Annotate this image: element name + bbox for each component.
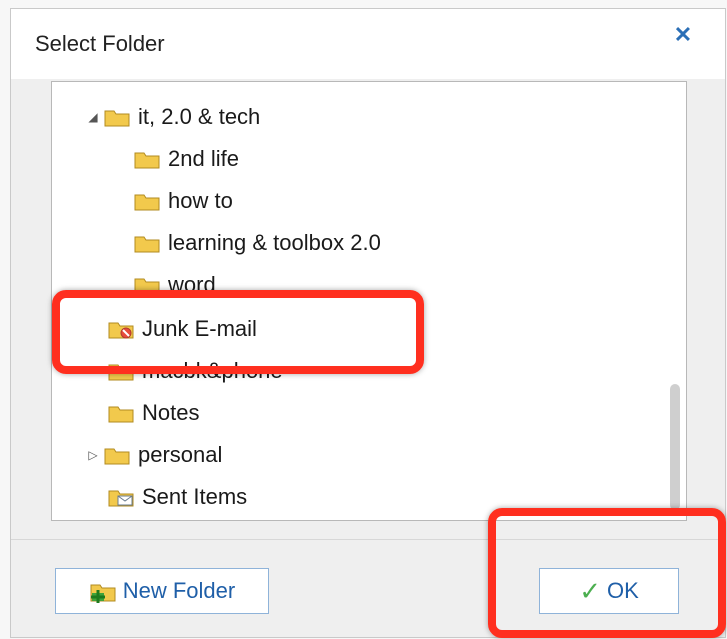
- folder-icon: [134, 191, 160, 211]
- tree-item-label: learning & toolbox 2.0: [168, 230, 381, 255]
- scrollbar-thumb[interactable]: [670, 384, 680, 510]
- folder-icon: [108, 403, 134, 423]
- dialog-title: Select Folder: [35, 31, 165, 56]
- tree-item-notes[interactable]: Notes: [108, 396, 199, 430]
- tree-item-label: how to: [168, 188, 233, 213]
- tree-item-it-tech[interactable]: ◢ it, 2.0 & tech: [82, 100, 260, 134]
- highlight-junk-email: [52, 290, 424, 374]
- dialog-titlebar: Select Folder ✕: [11, 9, 725, 79]
- tree-item-label: personal: [138, 442, 223, 467]
- highlight-ok-button: [488, 508, 726, 638]
- new-folder-button[interactable]: New Folder: [55, 568, 269, 614]
- tree-item-personal[interactable]: ▷ personal: [82, 438, 222, 472]
- folder-icon: [134, 233, 160, 253]
- close-icon[interactable]: ✕: [671, 23, 695, 47]
- new-folder-label: New Folder: [122, 578, 236, 603]
- collapse-caret-icon[interactable]: ▷: [82, 448, 104, 462]
- tree-item-2nd-life[interactable]: 2nd life: [134, 142, 239, 176]
- tree-item-label: it, 2.0 & tech: [138, 104, 261, 129]
- sent-items-icon: [108, 487, 134, 507]
- tree-item-sent-items[interactable]: Sent Items: [108, 480, 247, 514]
- folder-icon: [134, 149, 160, 169]
- tree-item-learning-toolbox[interactable]: learning & toolbox 2.0: [134, 226, 381, 260]
- folder-icon: [104, 107, 130, 127]
- tree-item-how-to[interactable]: how to: [134, 184, 233, 218]
- tree-item-label: Sent Items: [142, 484, 248, 509]
- new-folder-icon: [89, 579, 117, 604]
- tree-item-label: Notes: [142, 400, 200, 425]
- folder-icon: [104, 445, 130, 465]
- tree-item-label: 2nd life: [168, 146, 239, 171]
- expand-caret-icon[interactable]: ◢: [82, 110, 104, 124]
